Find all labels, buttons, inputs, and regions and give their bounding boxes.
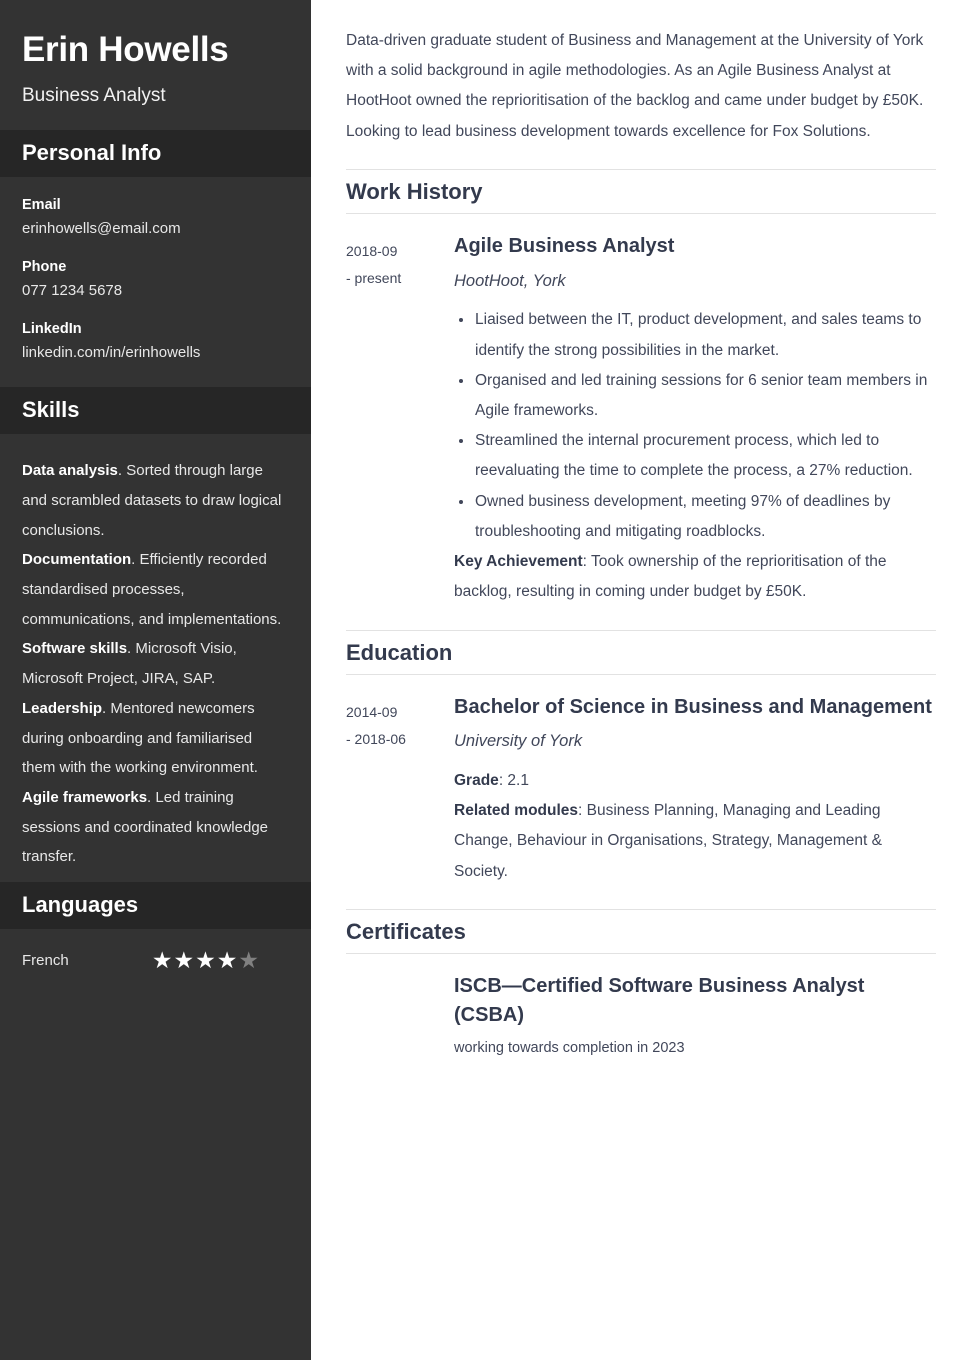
skill-item: Agile frameworks. Led training sessions … <box>22 783 289 872</box>
section-work-history: Work History 2018-09 - present Agile Bus… <box>346 168 936 608</box>
certificate-entry: ISCB—Certified Software Business Analyst… <box>346 972 936 1060</box>
certificate-title: ISCB—Certified Software Business Analyst… <box>454 975 865 1026</box>
section-education: Education 2014-09 - 2018-06 Bachelor of … <box>346 629 936 887</box>
education-entry-dates: 2014-09 - 2018-06 <box>346 693 454 754</box>
date-start: 2014-09 <box>346 703 398 720</box>
list-item: Liaised between the IT, product developm… <box>454 305 936 365</box>
skill-name: Agile frameworks <box>22 788 148 806</box>
contact-value-linkedin[interactable]: linkedin.com/in/erinhowells <box>22 341 289 364</box>
star-icon: ★ <box>216 947 238 974</box>
candidate-name: Erin Howells <box>22 30 229 69</box>
section-title-education: Education <box>346 639 453 665</box>
candidate-role: Business Analyst <box>22 85 166 107</box>
key-achievement: Key Achievement: Took ownership of the r… <box>454 547 936 607</box>
section-header-work-history: Work History <box>346 168 936 215</box>
education-details: Grade: 2.1 Related modules: Business Pla… <box>454 766 936 887</box>
professional-summary: Data-driven graduate student of Business… <box>346 32 924 140</box>
certificate-entry-dates <box>346 972 454 978</box>
grade-line: Grade: 2.1 <box>454 766 936 796</box>
contact-label-linkedin: LinkedIn <box>22 321 82 338</box>
star-icon: ★ <box>195 947 216 974</box>
section-header-languages: Languages <box>0 881 311 930</box>
section-header-certificates: Certificates <box>346 908 936 955</box>
section-title-skills: Skills <box>22 397 80 423</box>
skill-item: Leadership. Mentored newcomers during on… <box>22 694 289 783</box>
skill-name: Documentation <box>22 551 132 569</box>
contact-value-phone[interactable]: 077 1234 5678 <box>22 279 289 302</box>
skill-name: Software skills <box>22 640 128 658</box>
resume-document: Erin Howells Business Analyst Personal I… <box>0 0 962 1360</box>
section-title-certificates: Certificates <box>346 918 466 944</box>
list-item: Organised and led training sessions for … <box>454 366 936 426</box>
key-achievement-label: Key Achievement <box>454 553 583 571</box>
skill-name: Data analysis <box>22 462 118 480</box>
date-end: - 2018-06 <box>346 731 406 748</box>
skills-body: Data analysis. Sorted through large and … <box>0 434 311 882</box>
skill-item: Documentation. Efficiently recorded stan… <box>22 545 289 634</box>
contact-item-phone: Phone 077 1234 5678 <box>22 257 289 302</box>
star-icon: ★ <box>151 947 173 974</box>
date-start: 2018-09 <box>346 243 398 260</box>
work-entry-body: Agile Business Analyst HootHoot, York Li… <box>454 232 936 607</box>
skill-name: Leadership <box>22 699 103 717</box>
contact-item-email: Email erinhowells@email.com <box>22 195 289 240</box>
employer-location: HootHoot, York <box>454 271 566 290</box>
section-title-languages: Languages <box>22 891 139 917</box>
languages-body: French ★ ★ ★ ★ ★ <box>0 929 311 982</box>
work-entry-dates: 2018-09 - present <box>346 232 454 293</box>
job-title: Agile Business Analyst <box>454 235 675 258</box>
grade-value: : 2.1 <box>498 771 529 789</box>
identity-block: Erin Howells Business Analyst <box>0 0 311 130</box>
section-title-personal-info: Personal Info <box>22 139 162 165</box>
modules-line: Related modules: Business Planning, Mana… <box>454 796 936 887</box>
star-icon: ★ <box>238 947 259 974</box>
institution-name: University of York <box>454 732 583 751</box>
certificate-entry-body: ISCB—Certified Software Business Analyst… <box>454 972 936 1060</box>
main-column: Data-driven graduate student of Business… <box>311 0 962 1360</box>
section-header-education: Education <box>346 629 936 675</box>
contact-value-email[interactable]: erinhowells@email.com <box>22 217 289 240</box>
skill-item: Software skills. Microsoft Visio, Micros… <box>22 634 289 693</box>
modules-label: Related modules <box>454 802 579 820</box>
list-item: Owned business development, meeting 97% … <box>454 487 936 547</box>
skill-item: Data analysis. Sorted through large and … <box>22 456 289 545</box>
grade-label: Grade <box>454 771 499 789</box>
star-icon: ★ <box>173 947 195 974</box>
language-item-french: French ★ ★ ★ ★ ★ <box>22 949 289 972</box>
section-header-skills: Skills <box>0 387 311 435</box>
language-rating-stars: ★ ★ ★ ★ ★ <box>152 949 259 972</box>
section-header-personal-info: Personal Info <box>0 129 311 178</box>
sidebar: Erin Howells Business Analyst Personal I… <box>0 0 311 1360</box>
list-item: Streamlined the internal procurement pro… <box>454 426 936 486</box>
personal-info-body: Email erinhowells@email.com Phone 077 12… <box>0 177 311 387</box>
degree-title: Bachelor of Science in Business and Mana… <box>454 695 932 718</box>
contact-label-email: Email <box>22 197 61 214</box>
date-end: - present <box>346 270 402 287</box>
work-entry: 2018-09 - present Agile Business Analyst… <box>346 232 936 607</box>
section-certificates: Certificates ISCB—Certified Software Bus… <box>346 908 936 1060</box>
education-entry: 2014-09 - 2018-06 Bachelor of Science in… <box>346 693 936 887</box>
certificate-note: working towards completion in 2023 <box>454 1039 685 1056</box>
education-entry-body: Bachelor of Science in Business and Mana… <box>454 693 936 887</box>
job-responsibility-list: Liaised between the IT, product developm… <box>454 305 936 547</box>
section-title-work-history: Work History <box>346 178 483 204</box>
contact-label-phone: Phone <box>22 259 67 276</box>
contact-item-linkedin: LinkedIn linkedin.com/in/erinhowells <box>22 319 289 364</box>
language-name: French <box>22 952 69 970</box>
